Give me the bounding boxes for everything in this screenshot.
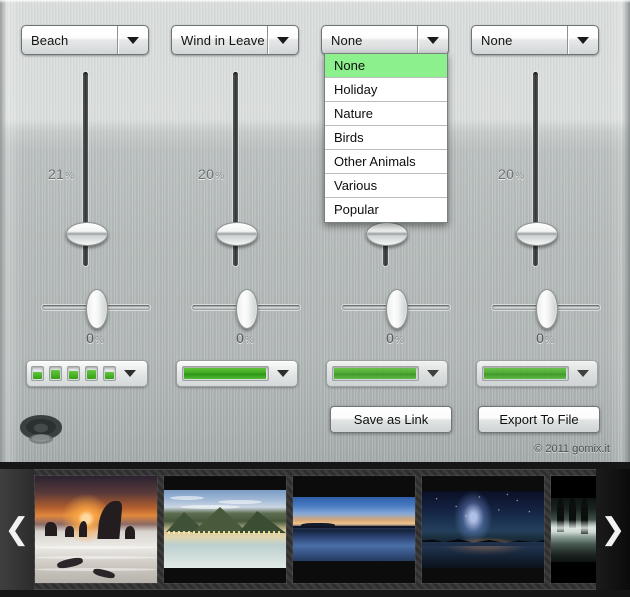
pan-slider-handle-2[interactable]	[236, 289, 258, 329]
category-dropdown-list[interactable]: None Holiday Nature Birds Other Animals …	[324, 53, 448, 223]
volume-slider-handle-4[interactable]	[516, 222, 558, 246]
category-select-4[interactable]: None	[471, 25, 599, 55]
pan-slider-handle-1[interactable]	[86, 289, 108, 329]
level-meter-chevron-down-icon-4[interactable]	[569, 370, 597, 377]
level-meter-3[interactable]	[326, 360, 448, 387]
dropdown-option-birds[interactable]: Birds	[325, 126, 447, 150]
level-meter-well-2	[182, 366, 269, 381]
level-meter-1[interactable]	[26, 360, 148, 387]
level-meter-chevron-down-icon-3[interactable]	[419, 370, 447, 377]
dropdown-option-none[interactable]: None	[325, 54, 447, 78]
level-meter-chevron-down-icon-1[interactable]	[116, 370, 144, 377]
level-meter-2[interactable]	[176, 360, 298, 387]
volume-value-2: 20%	[198, 166, 225, 182]
category-select-2[interactable]: Wind in Leave	[171, 25, 299, 55]
speaker-icon	[18, 412, 64, 450]
volume-value-1: 21%	[48, 166, 75, 182]
gallery-thumbnail-milky-way-night-sky[interactable]	[422, 476, 544, 583]
gallery-thumbnail-beach-bay-mountains[interactable]	[164, 476, 286, 583]
category-select-3-value: None	[331, 32, 363, 48]
pan-value-1: 0%	[86, 330, 104, 346]
category-select-3[interactable]: None	[321, 25, 449, 55]
mixer-panel: Beach 21% 0% Wind in Leave 20% 0% None 0…	[0, 0, 630, 462]
volume-slider-handle-3[interactable]	[366, 222, 408, 246]
dropdown-option-various[interactable]: Various	[325, 174, 447, 198]
pan-slider-handle-4[interactable]	[536, 289, 558, 329]
gallery-thumbnails	[34, 469, 597, 590]
export-to-file-button[interactable]: Export To File	[478, 406, 600, 433]
chevron-down-icon[interactable]	[567, 26, 598, 54]
volume-slider-handle-2[interactable]	[216, 222, 258, 246]
category-select-1[interactable]: Beach	[21, 25, 149, 55]
pan-value-4: 0%	[536, 330, 554, 346]
channel-strip-2: Wind in Leave 20% 0%	[170, 0, 320, 462]
level-meter-well-4	[482, 366, 569, 381]
save-as-link-button[interactable]: Save as Link	[330, 406, 452, 433]
dropdown-option-nature[interactable]: Nature	[325, 102, 447, 126]
chevron-down-icon[interactable]	[267, 26, 298, 54]
chevron-down-icon[interactable]	[117, 26, 148, 54]
channel-strip-1: Beach 21% 0%	[20, 0, 170, 462]
volume-value-4: 20%	[498, 166, 525, 182]
copyright-text: © 2011 gomix.it	[534, 443, 610, 455]
volume-slider-handle-1[interactable]	[66, 222, 108, 246]
gallery-thumbnail-blue-twilight-lake[interactable]	[293, 476, 415, 583]
gallery-thumbnail-misty-forest-reflection[interactable]	[551, 476, 597, 583]
category-select-4-value: None	[481, 32, 513, 48]
gallery-thumbnail-sea-stacks-sunset[interactable]	[35, 476, 157, 583]
dropdown-option-holiday[interactable]: Holiday	[325, 78, 447, 102]
category-select-1-value: Beach	[31, 32, 69, 48]
chevron-down-icon[interactable]	[417, 26, 448, 54]
pan-slider-handle-3[interactable]	[386, 289, 408, 329]
level-meter-segments-1	[31, 366, 116, 381]
level-meter-4[interactable]	[476, 360, 598, 387]
gallery-next-arrow-icon[interactable]: ❯	[596, 469, 630, 590]
dropdown-option-popular[interactable]: Popular	[325, 198, 447, 222]
channel-strip-4: None 20% 0%	[470, 0, 620, 462]
sound-mixer-application: Beach 21% 0% Wind in Leave 20% 0% None 0…	[0, 0, 630, 597]
dropdown-option-other-animals[interactable]: Other Animals	[325, 150, 447, 174]
pan-value-3: 0%	[386, 330, 404, 346]
pan-value-2: 0%	[236, 330, 254, 346]
level-meter-chevron-down-icon-2[interactable]	[269, 370, 297, 377]
gallery-prev-arrow-icon[interactable]: ❮	[0, 469, 34, 590]
level-meter-well-3	[332, 366, 419, 381]
category-select-2-value: Wind in Leave	[181, 32, 265, 48]
channel-strip-3: None 0% None Holiday Nature Birds Other …	[320, 0, 470, 462]
image-gallery: ❮ ❯	[0, 462, 630, 597]
